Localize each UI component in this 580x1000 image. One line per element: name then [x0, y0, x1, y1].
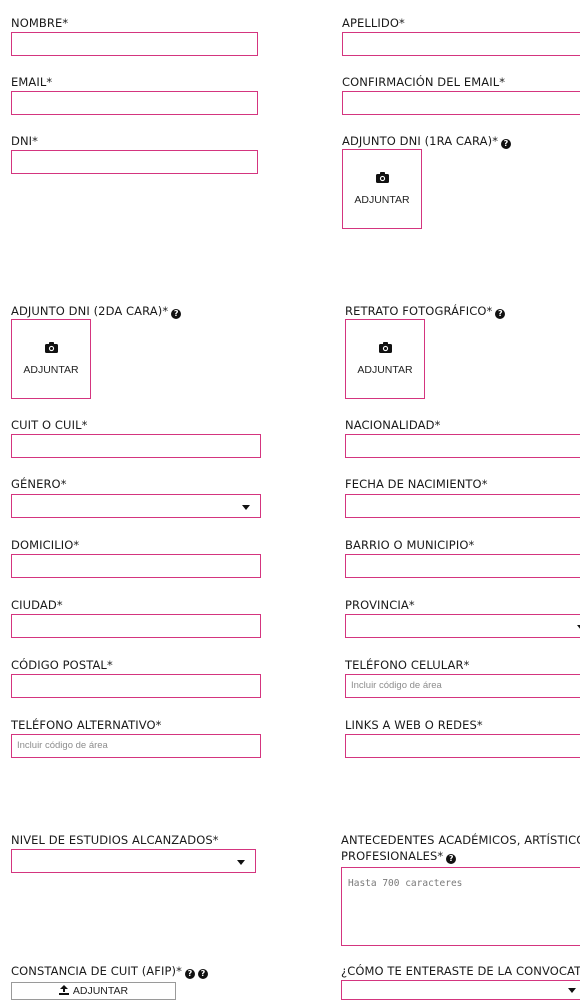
confirm-email-input[interactable]	[342, 91, 580, 115]
antecedentes-placeholder: Hasta 700 caracteres	[348, 878, 463, 889]
genero-label: GÉNERO*	[11, 477, 67, 491]
fecha-nacimiento-label: FECHA DE NACIMIENTO*	[345, 477, 488, 491]
adjunto-dni-1-button-label: ADJUNTAR	[354, 194, 410, 206]
como-enteraste-label: ¿CÓMO TE ENTERASTE DE LA CONVOCAT	[341, 964, 580, 978]
codigo-postal-input[interactable]	[11, 674, 261, 698]
antecedentes-label-line2: PROFESIONALES*?	[341, 849, 457, 864]
antecedentes-label-text: PROFESIONALES*	[341, 849, 444, 863]
constancia-cuit-label: CONSTANCIA DE CUIT (AFIP)*??	[11, 964, 208, 979]
domicilio-label: DOMICILIO*	[11, 538, 80, 552]
apellido-input[interactable]	[342, 32, 580, 56]
telefono-alternativo-placeholder: Incluir código de área	[17, 740, 108, 751]
antecedentes-label-line1: ANTECEDENTES ACADÉMICOS, ARTÍSTICO	[341, 833, 580, 847]
dni-input[interactable]	[11, 150, 258, 174]
nacionalidad-label: NACIONALIDAD*	[345, 418, 441, 432]
constancia-cuit-upload-button[interactable]: ADJUNTAR	[11, 982, 176, 1000]
retrato-button[interactable]: ADJUNTAR	[345, 319, 425, 399]
email-label: EMAIL*	[11, 75, 53, 89]
adjunto-dni-2-button-label: ADJUNTAR	[23, 364, 79, 376]
retrato-label-text: RETRATO FOTOGRÁFICO*	[345, 304, 493, 318]
ciudad-input[interactable]	[11, 614, 261, 638]
barrio-label: BARRIO O MUNICIPIO*	[345, 538, 475, 552]
ciudad-label: CIUDAD*	[11, 598, 63, 612]
dni-label: DNI*	[11, 134, 38, 148]
domicilio-input[interactable]	[11, 554, 261, 578]
camera-icon	[376, 172, 389, 183]
chevron-down-icon	[237, 860, 245, 865]
chevron-down-icon	[568, 988, 576, 993]
telefono-alternativo-input[interactable]: Incluir código de área	[11, 734, 261, 758]
question-circle-icon[interactable]: ?	[446, 854, 457, 864]
adjunto-dni-1-label-text: ADJUNTO DNI (1RA CARA)*	[342, 134, 499, 148]
cuit-label: CUIT O CUIL*	[11, 418, 88, 432]
question-circle-icon[interactable]: ?	[171, 309, 182, 319]
adjunto-dni-2-label: ADJUNTO DNI (2DA CARA)*?	[11, 304, 182, 319]
chevron-down-icon	[242, 505, 250, 510]
question-circle-icon[interactable]: ?	[501, 139, 512, 149]
nombre-input[interactable]	[11, 32, 258, 56]
constancia-cuit-label-text: CONSTANCIA DE CUIT (AFIP)*	[11, 964, 182, 978]
barrio-input[interactable]	[345, 554, 580, 578]
upload-icon	[58, 985, 69, 995]
constancia-cuit-upload-label: ADJUNTAR	[72, 985, 129, 997]
provincia-select[interactable]	[345, 614, 580, 638]
nivel-estudios-select[interactable]	[11, 849, 256, 873]
nombre-label: NOMBRE*	[11, 16, 69, 30]
fecha-nacimiento-input[interactable]	[345, 494, 580, 518]
provincia-label: PROVINCIA*	[345, 598, 415, 612]
email-input[interactable]	[11, 91, 258, 115]
camera-icon	[379, 342, 392, 353]
telefono-alternativo-label: TELÉFONO ALTERNATIVO*	[11, 718, 162, 732]
question-circle-icon[interactable]: ?	[197, 969, 208, 979]
confirm-email-label: CONFIRMACIÓN DEL EMAIL*	[342, 75, 506, 89]
links-input[interactable]	[345, 734, 580, 758]
telefono-celular-input[interactable]: Incluir código de área	[345, 674, 580, 698]
apellido-label: APELLIDO*	[342, 16, 405, 30]
genero-select[interactable]	[11, 494, 261, 518]
question-circle-icon[interactable]: ?	[495, 309, 506, 319]
codigo-postal-label: CÓDIGO POSTAL*	[11, 658, 113, 672]
question-circle-icon[interactable]: ?	[184, 969, 195, 979]
camera-icon	[45, 342, 58, 353]
adjunto-dni-1-button[interactable]: ADJUNTAR	[342, 149, 422, 229]
cuit-input[interactable]	[11, 434, 261, 458]
links-label: LINKS A WEB O REDES*	[345, 718, 483, 732]
nacionalidad-input[interactable]	[345, 434, 580, 458]
adjunto-dni-2-label-text: ADJUNTO DNI (2DA CARA)*	[11, 304, 169, 318]
adjunto-dni-2-button[interactable]: ADJUNTAR	[11, 319, 91, 399]
antecedentes-textarea[interactable]: Hasta 700 caracteres	[341, 867, 580, 946]
nivel-estudios-label: NIVEL DE ESTUDIOS ALCANZADOS*	[11, 833, 219, 847]
como-enteraste-select[interactable]	[341, 980, 580, 1000]
adjunto-dni-1-label: ADJUNTO DNI (1RA CARA)*?	[342, 134, 512, 149]
retrato-button-label: ADJUNTAR	[357, 364, 413, 376]
telefono-celular-label: TELÉFONO CELULAR*	[345, 658, 470, 672]
telefono-celular-placeholder: Incluir código de área	[351, 680, 442, 691]
retrato-label: RETRATO FOTOGRÁFICO*?	[345, 304, 506, 319]
